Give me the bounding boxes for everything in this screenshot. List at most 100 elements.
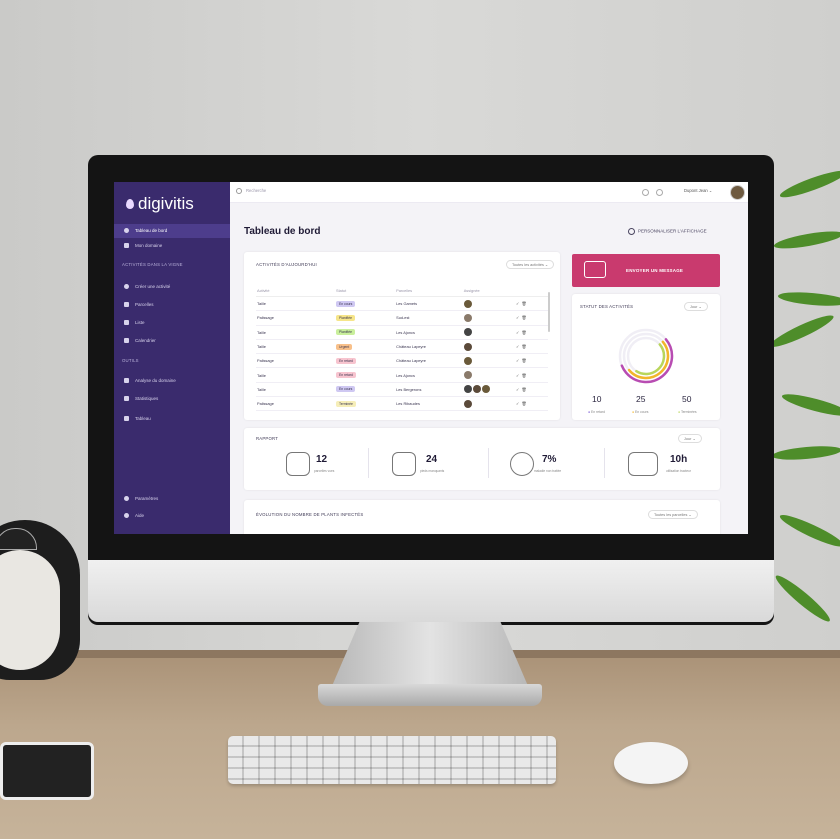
delete-icon[interactable]: 🗑 — [522, 344, 527, 349]
domain-icon — [124, 243, 129, 249]
kpi-divider — [604, 448, 605, 478]
activities-filter-dropdown[interactable]: Toutes les activités ⌄ — [506, 260, 555, 269]
user-name: Dupont Jean — [684, 188, 708, 193]
sidebar-item-label: Liste — [135, 320, 145, 325]
check-icon[interactable]: ✓ — [516, 401, 519, 406]
parcel-cell: Les Ribaudes — [395, 396, 463, 412]
table-scrollbar[interactable] — [548, 292, 550, 332]
assignee-avatar[interactable] — [463, 313, 472, 322]
parcel-cell: Les Gamets — [395, 296, 463, 312]
assignee-avatar[interactable] — [481, 385, 490, 394]
status-badge: Terminée — [336, 400, 356, 407]
assignee-avatar[interactable] — [463, 342, 472, 351]
notification-bell-icon[interactable] — [656, 189, 663, 196]
report-card-title: RAPPORT — [256, 436, 279, 441]
table-row[interactable]: Taille En cours Les Bergerons ✓ 🗑 — [256, 382, 548, 398]
sidebar-item-list[interactable]: Liste — [114, 316, 230, 330]
delete-icon[interactable]: 🗑 — [522, 373, 527, 378]
calendar-icon — [124, 338, 129, 344]
table-row[interactable]: Palissage Planifiée Sud-est ✓ 🗑 — [256, 310, 548, 326]
column-header: Assignée — [462, 284, 515, 297]
assignee-cell — [462, 296, 515, 312]
sidebar-item-domain[interactable]: Mon domaine — [114, 239, 230, 253]
parcel-cell: Château Lapeyre — [395, 353, 463, 369]
sidebar-item-table[interactable]: Tableau — [114, 412, 230, 426]
check-icon[interactable]: ✓ — [516, 301, 519, 306]
check-icon[interactable]: ✓ — [516, 358, 519, 363]
delete-icon[interactable]: 🗑 — [522, 330, 527, 335]
status-badge: Planifiée — [336, 329, 356, 336]
stat-ongoing-value: 25 — [636, 394, 646, 404]
brand-name: digivitis — [138, 194, 194, 213]
customize-display-button[interactable]: PERSONNALISER L'AFFICHAGE — [628, 228, 707, 235]
delete-icon[interactable]: 🗑 — [522, 358, 527, 363]
user-menu[interactable]: Dupont Jean ⌄ — [684, 188, 712, 193]
status-badge: En cours — [336, 300, 356, 307]
assignee-avatar[interactable] — [463, 356, 472, 365]
check-icon[interactable]: ✓ — [516, 387, 519, 392]
evolution-card-title: ÉVOLUTION DU NOMBRE DE PLANTS INFECTÉS — [256, 512, 364, 517]
sidebar-item-settings[interactable]: Paramètres — [114, 492, 230, 506]
delete-icon[interactable]: 🗑 — [522, 387, 527, 392]
brand-logo[interactable]: digivitis — [126, 194, 194, 214]
sidebar-item-create-activity[interactable]: Créer une activité — [114, 280, 230, 294]
check-icon[interactable]: ✓ — [516, 330, 519, 335]
stat-late-value: 10 — [592, 394, 602, 404]
status-cell: Urgent — [335, 339, 396, 355]
monitor-base — [318, 684, 542, 706]
user-avatar[interactable] — [730, 185, 745, 200]
search-icon — [236, 188, 242, 194]
delete-icon[interactable]: 🗑 — [522, 401, 527, 406]
assignee-cell — [462, 367, 515, 383]
assignee-avatar[interactable] — [463, 385, 472, 394]
monitor-chin — [88, 560, 774, 622]
send-message-label: ENVOYER UN MESSAGE — [626, 268, 684, 273]
report-period-dropdown[interactable]: Jour ⌄ — [678, 434, 702, 443]
assignee-avatar[interactable] — [463, 371, 472, 380]
evolution-filter-dropdown[interactable]: Toutes les parcelles ⌄ — [648, 510, 698, 519]
kpi-label: parcelles vues — [314, 469, 335, 473]
vine-leaf-icon — [392, 452, 416, 476]
filter-label: Toutes les parcelles — [654, 513, 688, 517]
table-row[interactable]: Taille Planifiée Les Ajoncs ✓ 🗑 — [256, 325, 548, 340]
activity-cell: Palissage — [256, 396, 335, 412]
sidebar-item-parcels[interactable]: Parcelles — [114, 298, 230, 312]
tractor-icon — [628, 452, 658, 476]
table-row[interactable]: Taille Urgent Château Lapeyre ✓ 🗑 — [256, 339, 548, 355]
check-icon[interactable]: ✓ — [516, 373, 519, 378]
table-row[interactable]: Taille En retard Les Ajoncs ✓ 🗑 — [256, 367, 548, 383]
table-row[interactable]: Taille En cours Les Gamets ✓ 🗑 — [256, 296, 548, 312]
customize-label: PERSONNALISER L'AFFICHAGE — [638, 228, 707, 234]
row-actions: ✓ 🗑 — [514, 296, 548, 312]
sidebar-item-help[interactable]: Aide — [114, 509, 230, 523]
assignee-cell — [462, 325, 515, 340]
sidebar-section-activities: ACTIVITÉS DANS LA VIGNE — [122, 262, 183, 267]
status-cell: En cours — [335, 382, 396, 398]
assignee-avatar[interactable] — [463, 299, 472, 308]
bar-chart-icon — [124, 396, 129, 402]
status-cell: Terminée — [335, 396, 396, 412]
table-row[interactable]: Palissage Terminée Les Ribaudes ✓ 🗑 — [256, 396, 548, 412]
sidebar-item-calendar[interactable]: Calendrier — [114, 334, 230, 348]
filter-label: Toutes les activités — [512, 263, 544, 267]
help-icon[interactable] — [642, 189, 649, 196]
table-header-row: Activité Statut Parcelles Assignée — [256, 284, 548, 297]
assignee-avatar[interactable] — [463, 399, 472, 408]
sidebar-item-statistics[interactable]: Statistiques — [114, 392, 230, 406]
sidebar-section-tools: OUTILS — [122, 358, 139, 363]
check-icon[interactable]: ✓ — [516, 344, 519, 349]
page-title: Tableau de bord — [244, 226, 321, 237]
assignee-avatar[interactable] — [472, 385, 481, 394]
search-input[interactable]: Recherche — [236, 188, 266, 194]
table-row[interactable]: Palissage En retard Château Lapeyre ✓ 🗑 — [256, 353, 548, 369]
check-icon[interactable]: ✓ — [516, 315, 519, 320]
sidebar: digivitis Tableau de bord Mon domaine AC… — [114, 182, 230, 534]
assignee-avatar[interactable] — [463, 328, 472, 337]
sidebar-item-analysis[interactable]: Analyse du domaine — [114, 374, 230, 388]
assignee-cell — [462, 310, 515, 326]
sidebar-item-dashboard[interactable]: Tableau de bord — [114, 224, 230, 238]
send-message-button[interactable]: ENVOYER UN MESSAGE — [572, 254, 720, 287]
period-label: Jour — [684, 437, 692, 441]
delete-icon[interactable]: 🗑 — [522, 301, 527, 306]
delete-icon[interactable]: 🗑 — [522, 315, 527, 320]
